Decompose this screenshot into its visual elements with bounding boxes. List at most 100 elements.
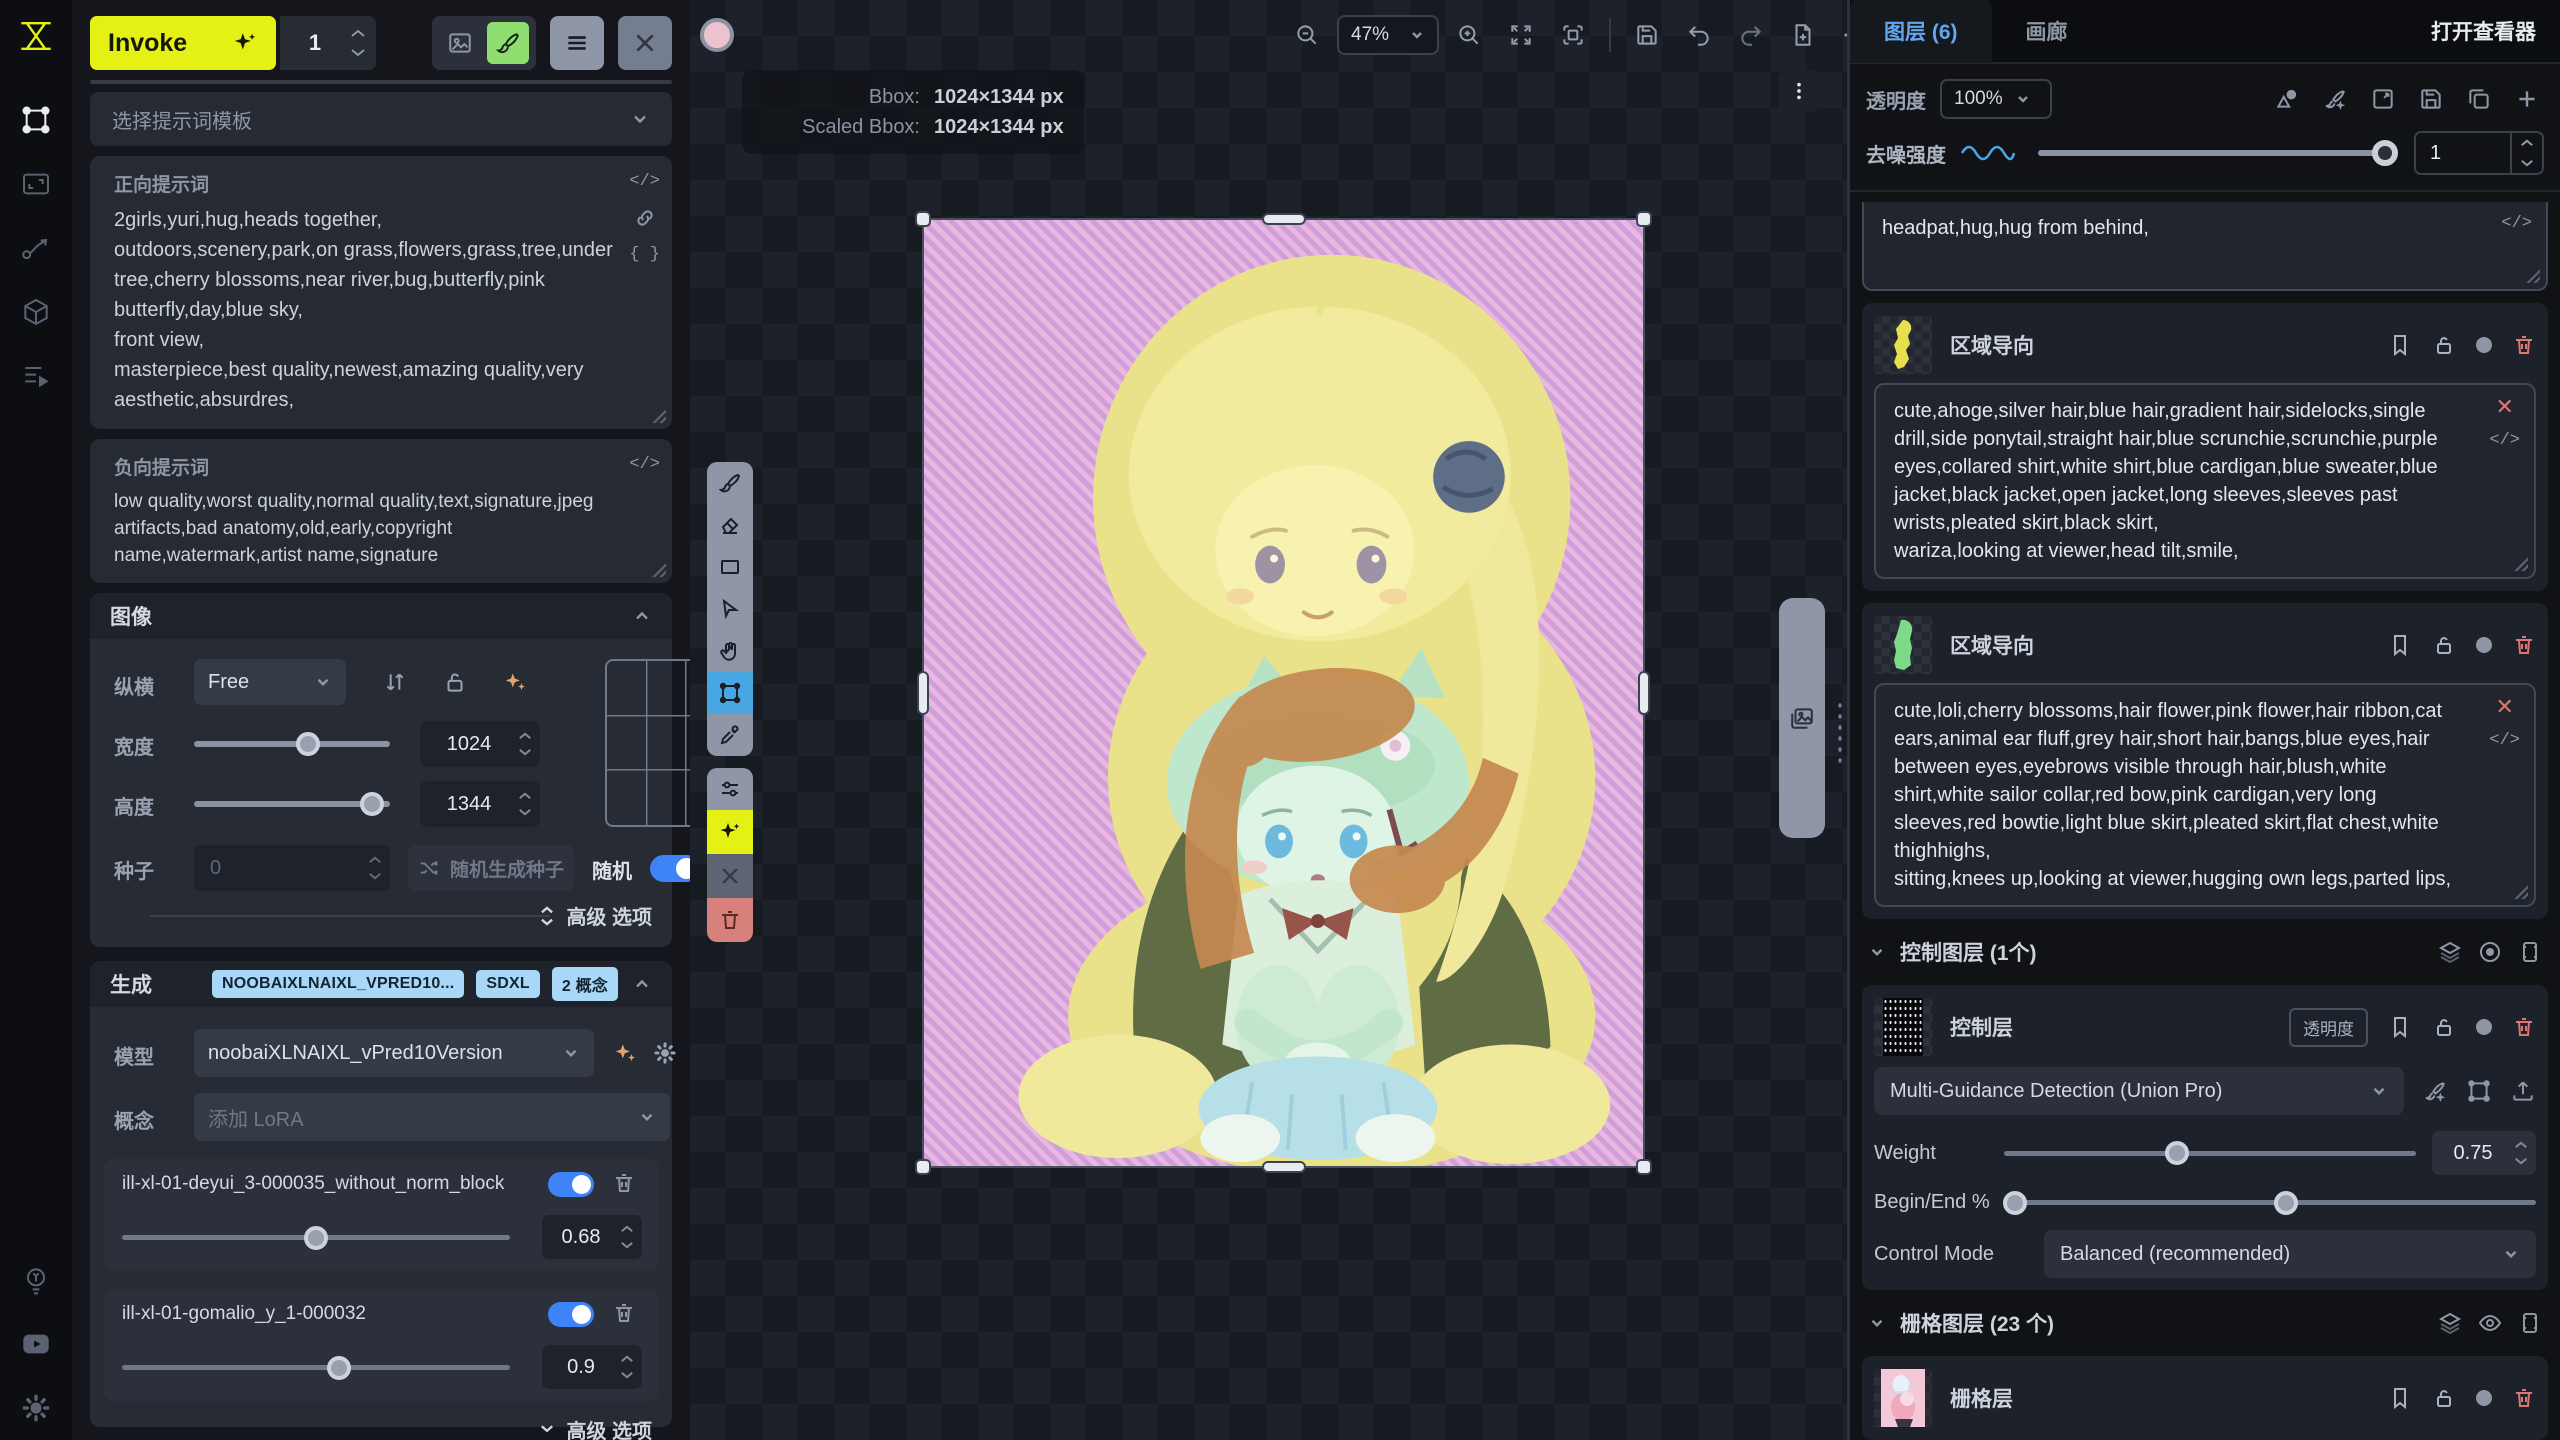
pan-tool[interactable]	[707, 630, 753, 672]
generation-bbox[interactable]	[922, 218, 1645, 1168]
bbox-handle-s[interactable]	[1262, 1161, 1306, 1173]
bbox-handle-e[interactable]	[1638, 671, 1650, 715]
denoise-slider[interactable]	[2038, 150, 2396, 156]
brush-color-swatch[interactable]	[700, 18, 734, 52]
layers-icon[interactable]	[2438, 940, 2462, 964]
weight-slider[interactable]	[2004, 1151, 2416, 1156]
panel-resize-handle[interactable]	[1836, 700, 1844, 766]
seed-input[interactable]: 0	[194, 845, 390, 891]
bbox-handle-sw[interactable]	[915, 1159, 931, 1175]
bookmark-icon[interactable]	[2388, 333, 2412, 357]
height-slider[interactable]	[194, 801, 390, 807]
zoom-in-button[interactable]	[1447, 14, 1491, 56]
visibility-icon[interactable]	[2478, 940, 2502, 964]
invoke-button[interactable]: Invoke	[90, 16, 276, 70]
opacity-select[interactable]: 100%	[1940, 79, 2052, 119]
bbox-handle-ne[interactable]	[1636, 211, 1652, 227]
embedding-code-icon[interactable]: </>	[629, 455, 660, 474]
rect-tool[interactable]	[707, 546, 753, 588]
move-tool[interactable]	[707, 588, 753, 630]
optimize-size-button[interactable]	[502, 669, 528, 695]
close-panel-button[interactable]	[618, 16, 672, 70]
lora-weight-input[interactable]: 0.9	[542, 1345, 642, 1389]
resize-handle[interactable]	[2524, 267, 2540, 283]
canvas-menu-button[interactable]	[1778, 70, 1820, 112]
bbox-handle-se[interactable]	[1636, 1159, 1652, 1175]
trash-icon[interactable]	[612, 1301, 636, 1325]
width-slider[interactable]	[194, 741, 390, 747]
weight-input[interactable]: 0.75	[2432, 1131, 2536, 1175]
zoom-level-select[interactable]: 47%	[1337, 15, 1439, 55]
visibility-dot[interactable]	[2476, 1390, 2492, 1406]
lora-enabled-toggle[interactable]	[548, 1172, 594, 1197]
bookmark-icon[interactable]	[2388, 1386, 2412, 1410]
bookmark-icon[interactable]	[2388, 633, 2412, 657]
lock-icon[interactable]	[2432, 333, 2456, 357]
remove-prompt-icon[interactable]: ✕	[2495, 697, 2513, 717]
regional-prompt-box[interactable]: cute,loli,cherry blossoms,hair flower,pi…	[1874, 683, 2536, 907]
negative-prompt-input[interactable]: low quality,worst quality,normal quality…	[114, 488, 620, 569]
save-layer-button[interactable]	[2414, 82, 2448, 116]
layers-icon[interactable]	[2438, 1311, 2462, 1335]
collapse-icon[interactable]	[632, 974, 652, 994]
fit-bbox-button[interactable]	[1551, 14, 1595, 56]
gallery-panel-handle[interactable]	[1779, 598, 1825, 838]
lora-enabled-toggle[interactable]	[548, 1302, 594, 1327]
visibility-icon[interactable]	[2478, 1311, 2502, 1335]
redo-button[interactable]	[1729, 14, 1773, 56]
swap-dims-button[interactable]	[382, 669, 408, 695]
new-canvas-button[interactable]	[1781, 14, 1825, 56]
model-sparkle-button[interactable]	[612, 1040, 638, 1066]
nav-canvas-button[interactable]	[14, 98, 58, 142]
positive-prompt-input[interactable]: 2girls,yuri,hug,heads together, outdoors…	[114, 205, 620, 415]
eyedropper-tool[interactable]	[707, 714, 753, 756]
delete-button[interactable]	[707, 898, 753, 942]
aspect-select[interactable]: Free	[194, 659, 346, 705]
regional-prompt-text[interactable]: cute,ahoge,silver hair,blue hair,gradien…	[1894, 397, 2474, 565]
control-mode-select[interactable]: Balanced (recommended)	[2044, 1230, 2536, 1278]
remove-prompt-icon[interactable]: ✕	[2495, 397, 2513, 417]
embedding-code-icon[interactable]: </>	[2501, 214, 2532, 233]
lock-icon[interactable]	[2432, 1386, 2456, 1410]
zoom-out-button[interactable]	[1285, 14, 1329, 56]
nav-upscale-button[interactable]	[14, 162, 58, 206]
nav-models-button[interactable]	[14, 290, 58, 334]
resize-handle[interactable]	[2512, 883, 2528, 899]
nav-workflows-button[interactable]	[14, 226, 58, 270]
save-canvas-button[interactable]	[1625, 14, 1669, 56]
embedding-code-icon[interactable]: </>	[629, 172, 660, 191]
resize-handle[interactable]	[650, 407, 666, 423]
lock-icon[interactable]	[2432, 1015, 2456, 1039]
merge-visible-button[interactable]	[2270, 82, 2304, 116]
image-advanced-options[interactable]: 高级 选项	[538, 901, 652, 930]
regional-prompt-text[interactable]: cute,loli,cherry blossoms,hair flower,pi…	[1894, 697, 2474, 893]
decrement-icon[interactable]	[350, 48, 366, 57]
layer-opacity-button[interactable]: 透明度	[2289, 1008, 2368, 1047]
control-layers-header[interactable]: 控制图层 (1个)	[1862, 931, 2548, 973]
raster-layers-header[interactable]: 栅格图层 (23 个)	[1862, 1302, 2548, 1344]
height-input[interactable]: 1344	[420, 781, 540, 827]
prompt-template-select[interactable]: 选择提示词模板	[90, 92, 672, 146]
upload-icon[interactable]	[2510, 1078, 2536, 1104]
lock-icon[interactable]	[2432, 633, 2456, 657]
lora-weight-slider[interactable]	[122, 1235, 510, 1240]
lock-aspect-icon[interactable]	[442, 669, 468, 695]
regional-guidance-layer[interactable]: 区域导向 cute,ahoge,silver hair,blue hair,gr…	[1862, 303, 2548, 591]
nav-queue-button[interactable]	[14, 354, 58, 398]
video-tutorials-button[interactable]	[14, 1322, 58, 1366]
open-viewer-link[interactable]: 打开查看器	[2431, 16, 2536, 46]
bbox-handle-nw[interactable]	[915, 211, 931, 227]
visibility-dot[interactable]	[2476, 337, 2492, 353]
raster-layer[interactable]: 栅格层	[1862, 1356, 2548, 1440]
image-viewer-button[interactable]	[439, 22, 481, 64]
settings-button[interactable]	[14, 1386, 58, 1430]
tool-settings-button[interactable]	[707, 768, 753, 810]
process-filter-button[interactable]	[2422, 1078, 2448, 1104]
add-layer-button[interactable]	[2510, 82, 2544, 116]
embedding-code-icon[interactable]: </>	[2489, 731, 2520, 750]
trash-icon[interactable]	[2512, 333, 2536, 357]
queue-count-stepper[interactable]: 1	[280, 16, 376, 70]
resize-handle[interactable]	[650, 561, 666, 577]
tab-layers[interactable]: 图层 (6)	[1850, 0, 1992, 63]
regional-guidance-layer[interactable]: 区域导向 cute,loli,cherry blossoms,hair flow…	[1862, 603, 2548, 919]
